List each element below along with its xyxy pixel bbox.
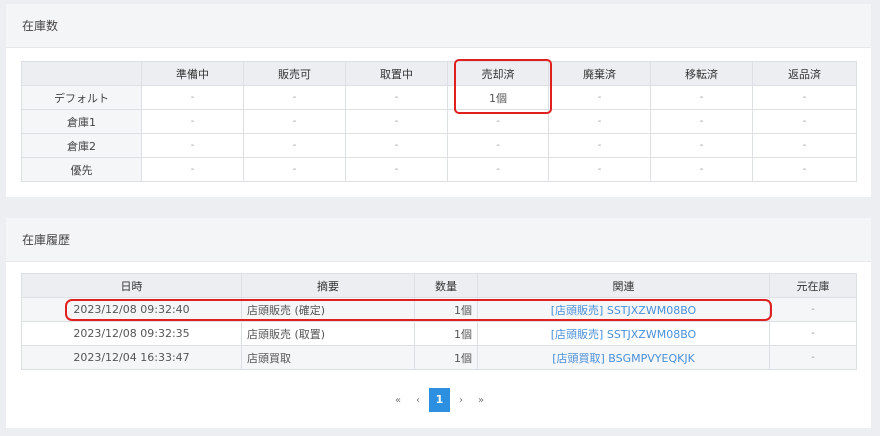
stock-row-label: 優先 — [21, 157, 142, 182]
stock-cell: - — [752, 85, 857, 110]
history-datetime: 2023/12/04 16:33:47 — [21, 345, 242, 370]
stock-cell: - — [141, 133, 244, 158]
first-page-button[interactable]: « — [388, 395, 408, 406]
history-summary: 店頭販売 (確定) — [241, 297, 415, 322]
stock-cell: - — [141, 85, 244, 110]
stock-cell: - — [243, 109, 346, 134]
history-quantity: 1個 — [414, 321, 478, 346]
history-panel-title: 在庫履歴 — [6, 218, 871, 262]
stock-cell: - — [345, 133, 448, 158]
history-origin: - — [769, 321, 857, 346]
table-row: 2023/12/08 09:32:35 店頭販売 (取置) 1個 [店頭販売] … — [21, 321, 857, 346]
stock-row-label: 倉庫2 — [21, 133, 142, 158]
col-datetime: 日時 — [21, 273, 242, 298]
table-row: 2023/12/04 16:33:47 店頭買取 1個 [店頭買取] BSGMP… — [21, 345, 857, 370]
col-reserved: 取置中 — [345, 61, 448, 86]
stock-cell: - — [548, 133, 651, 158]
col-transferred: 移転済 — [650, 61, 753, 86]
stock-cell: - — [243, 85, 346, 110]
stock-corner-cell — [21, 61, 142, 86]
pagination: « ‹ 1 › » — [388, 388, 491, 412]
current-page-button[interactable]: 1 — [429, 388, 450, 412]
history-datetime: 2023/12/08 09:32:35 — [21, 321, 242, 346]
stock-cell: - — [650, 157, 753, 182]
table-row: 2023/12/08 09:32:40 店頭販売 (確定) 1個 [店頭販売] … — [21, 297, 857, 322]
stock-cell: - — [141, 109, 244, 134]
stock-panel: 在庫数 準備中 販売可 取置中 売却済 廃棄済 移転済 返品済 デフォルト - … — [6, 4, 871, 197]
stock-row-warehouse1: 倉庫1 - - - - - - - — [21, 109, 857, 134]
stock-cell: - — [548, 85, 651, 110]
stock-row-warehouse2: 倉庫2 - - - - - - - — [21, 133, 857, 158]
stock-cell: - — [141, 157, 244, 182]
col-sold: 売却済 — [447, 61, 549, 86]
stock-cell: - — [243, 157, 346, 182]
col-preparing: 準備中 — [141, 61, 244, 86]
stock-cell: - — [548, 157, 651, 182]
stock-cell: - — [447, 157, 549, 182]
stock-cell: - — [345, 85, 448, 110]
stock-cell: - — [243, 133, 346, 158]
related-link[interactable]: [店頭販売] SSTJXZWM08BO — [551, 304, 696, 317]
related-link[interactable]: [店頭買取] BSGMPVYEQKJK — [552, 352, 695, 365]
col-related: 関連 — [477, 273, 770, 298]
history-summary: 店頭買取 — [241, 345, 415, 370]
col-summary: 摘要 — [241, 273, 415, 298]
history-origin: - — [769, 345, 857, 370]
stock-cell: - — [345, 109, 448, 134]
stock-cell: - — [650, 133, 753, 158]
stock-table: 準備中 販売可 取置中 売却済 廃棄済 移転済 返品済 デフォルト - - - … — [21, 61, 857, 182]
stock-cell: - — [447, 133, 549, 158]
stock-cell: - — [548, 109, 651, 134]
stock-row-label: デフォルト — [21, 85, 142, 110]
col-returned: 返品済 — [752, 61, 857, 86]
stock-cell: - — [345, 157, 448, 182]
stock-cell: - — [752, 133, 857, 158]
col-available: 販売可 — [243, 61, 346, 86]
history-header-row: 日時 摘要 数量 関連 元在庫 — [21, 273, 857, 298]
stock-row-default: デフォルト - - - 1個 - - - — [21, 85, 857, 110]
stock-panel-title: 在庫数 — [6, 4, 871, 48]
history-related-cell: [店頭販売] SSTJXZWM08BO — [477, 297, 770, 322]
history-quantity: 1個 — [414, 345, 478, 370]
stock-cell: - — [650, 85, 753, 110]
next-page-button[interactable]: › — [451, 395, 471, 406]
stock-row-label: 倉庫1 — [21, 109, 142, 134]
stock-cell: - — [447, 109, 549, 134]
history-summary: 店頭販売 (取置) — [241, 321, 415, 346]
col-disposed: 廃棄済 — [548, 61, 651, 86]
history-table: 日時 摘要 数量 関連 元在庫 2023/12/08 09:32:40 店頭販売… — [21, 273, 857, 370]
col-origin-stock: 元在庫 — [769, 273, 857, 298]
stock-cell: - — [752, 157, 857, 182]
history-datetime: 2023/12/08 09:32:40 — [21, 297, 242, 322]
history-related-cell: [店頭販売] SSTJXZWM08BO — [477, 321, 770, 346]
history-quantity: 1個 — [414, 297, 478, 322]
last-page-button[interactable]: » — [471, 395, 491, 406]
prev-page-button[interactable]: ‹ — [408, 395, 428, 406]
history-related-cell: [店頭買取] BSGMPVYEQKJK — [477, 345, 770, 370]
col-quantity: 数量 — [414, 273, 478, 298]
stock-cell: - — [752, 109, 857, 134]
history-origin: - — [769, 297, 857, 322]
stock-cell: - — [650, 109, 753, 134]
related-link[interactable]: [店頭販売] SSTJXZWM08BO — [551, 328, 696, 341]
stock-header-row: 準備中 販売可 取置中 売却済 廃棄済 移転済 返品済 — [21, 61, 857, 86]
stock-cell-sold-value: 1個 — [447, 85, 549, 110]
stock-row-priority: 優先 - - - - - - - — [21, 157, 857, 182]
